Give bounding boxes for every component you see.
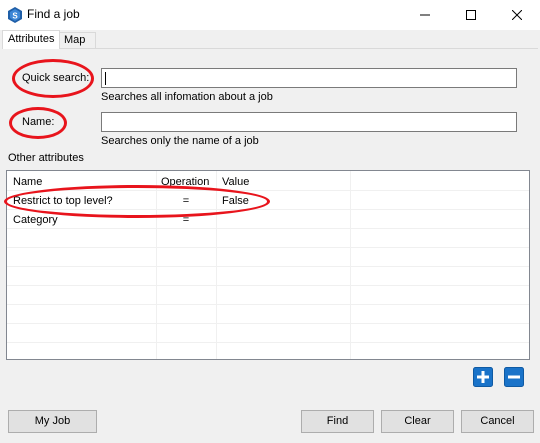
name-input[interactable] — [101, 112, 517, 132]
row-operation-cell[interactable]: = — [156, 192, 216, 210]
window-title: Find a job — [27, 7, 80, 21]
name-hint: Searches only the name of a job — [101, 135, 259, 147]
attributes-grid[interactable]: Name Operation Value Restrict to top lev… — [6, 170, 530, 360]
clear-button[interactable]: Clear — [381, 410, 454, 433]
remove-attribute-button[interactable] — [504, 367, 524, 387]
minimize-icon — [420, 14, 430, 16]
row-name-cell[interactable]: Restrict to top level? — [7, 192, 156, 210]
minus-icon — [504, 367, 524, 387]
minimize-button[interactable] — [402, 0, 448, 30]
quick-search-hint: Searches all infomation about a job — [101, 91, 273, 103]
empty-row — [7, 249, 529, 267]
empty-row — [7, 306, 529, 324]
grid-header-row: Name Operation Value — [7, 173, 529, 191]
svg-text:S: S — [12, 12, 18, 21]
row-name-cell[interactable]: Category — [7, 211, 156, 229]
title-bar: S Find a job — [0, 0, 540, 30]
table-row[interactable]: Category = — [7, 211, 529, 229]
empty-row — [7, 287, 529, 305]
row-value-cell[interactable]: False — [216, 192, 350, 210]
close-button[interactable] — [494, 0, 540, 30]
empty-row — [7, 268, 529, 286]
column-header-operation[interactable]: Operation — [156, 173, 216, 191]
plus-icon — [473, 367, 493, 387]
text-caret — [105, 72, 106, 85]
row-value-cell[interactable] — [216, 211, 350, 229]
cancel-button[interactable]: Cancel — [461, 410, 534, 433]
empty-row — [7, 230, 529, 248]
empty-row — [7, 344, 529, 359]
column-header-value[interactable]: Value — [216, 173, 350, 191]
my-job-button[interactable]: My Job — [8, 410, 97, 433]
close-icon — [512, 10, 522, 20]
find-button[interactable]: Find — [301, 410, 374, 433]
maximize-button[interactable] — [448, 0, 494, 30]
other-attributes-heading: Other attributes — [8, 152, 84, 164]
maximize-icon — [466, 10, 476, 20]
column-header-name[interactable]: Name — [7, 173, 156, 191]
empty-row — [7, 325, 529, 343]
name-label: Name: — [22, 116, 55, 128]
app-logo-icon: S — [8, 7, 22, 23]
table-row[interactable]: Restrict to top level? = False — [7, 192, 529, 210]
quick-search-input[interactable] — [101, 68, 517, 88]
tab-attributes[interactable]: Attributes — [2, 30, 61, 49]
add-attribute-button[interactable] — [473, 367, 493, 387]
tab-strip: Attributes Map — [0, 30, 540, 49]
row-operation-cell[interactable]: = — [156, 211, 216, 229]
tab-map[interactable]: Map — [58, 32, 96, 49]
quick-search-label: Quick search: — [22, 72, 90, 84]
